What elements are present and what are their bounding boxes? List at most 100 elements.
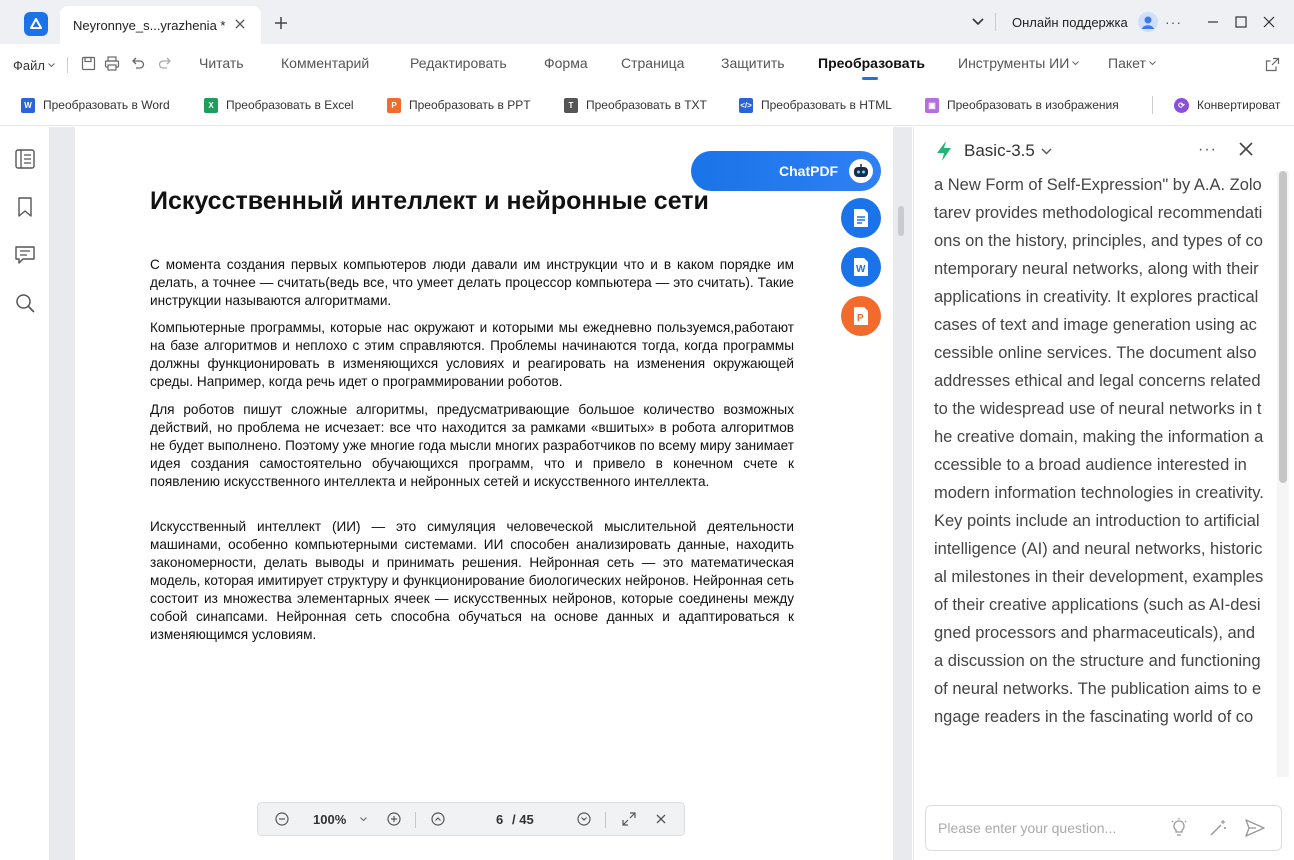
document-icon <box>854 209 868 227</box>
total-pages: / 45 <box>512 812 534 827</box>
bookmark-icon[interactable] <box>14 196 36 218</box>
ppt-icon: P <box>387 97 401 113</box>
file-menu[interactable]: Файл <box>13 58 55 73</box>
document-paragraph: Для роботов пишут сложные алгоритмы, пре… <box>150 402 794 489</box>
chevron-down-icon <box>1072 60 1080 65</box>
convert-to-html-button[interactable]: </> Преобразовать в HTML <box>739 96 892 114</box>
menu-read[interactable]: Читать <box>199 55 244 71</box>
robot-icon <box>849 159 873 183</box>
divider <box>605 812 606 828</box>
convert-toolbar: W Преобразовать в Word X Преобразовать в… <box>0 84 1294 126</box>
close-toolbar-icon[interactable] <box>653 811 669 827</box>
convert-to-image-label: Преобразовать в изображения <box>947 98 1119 112</box>
convert-to-ppt-button[interactable]: P Преобразовать в PPT <box>387 96 531 114</box>
redo-icon[interactable] <box>158 56 173 76</box>
comment-icon[interactable] <box>14 244 36 266</box>
document-viewport: Искусственный интеллект и нейронные сети… <box>50 127 912 860</box>
zoom-out-icon[interactable] <box>274 811 290 827</box>
user-avatar[interactable] <box>1138 0 1158 44</box>
convert-other-button[interactable]: ⟳ Конвертироват <box>1174 96 1280 114</box>
more-options-button[interactable]: ··· <box>1165 0 1182 44</box>
convert-to-word-button[interactable]: W Преобразовать в Word <box>21 96 170 114</box>
menu-edit[interactable]: Редактировать <box>410 55 507 71</box>
menu-ai-tools-label: Инструменты ИИ <box>958 55 1070 71</box>
excel-icon: X <box>204 97 218 113</box>
panel-scrollbar[interactable] <box>1277 171 1289 777</box>
current-page-input[interactable]: 6 <box>496 812 503 827</box>
lightbulb-icon[interactable] <box>1169 818 1189 843</box>
menu-form[interactable]: Форма <box>544 55 588 71</box>
divider <box>1152 96 1153 114</box>
document-heading: Искусственный интеллект и нейронные сети <box>150 187 709 215</box>
panel-scrollbar-thumb[interactable] <box>1279 171 1287 483</box>
convert-to-image-button[interactable]: ▣ Преобразовать в изображения <box>925 96 1119 114</box>
panel-more-icon[interactable]: ··· <box>1198 141 1217 159</box>
convert-to-txt-label: Преобразовать в TXT <box>586 98 707 112</box>
app-logo-icon[interactable] <box>24 12 48 36</box>
print-icon[interactable] <box>104 56 120 76</box>
question-box <box>925 805 1282 851</box>
menu-ai-tools[interactable]: Инструменты ИИ <box>958 55 1080 71</box>
close-tab-icon[interactable] <box>232 16 248 32</box>
txt-icon: T <box>564 97 578 113</box>
chevron-down-icon <box>1041 148 1052 154</box>
html-icon: </> <box>739 97 753 113</box>
convert-to-word-label: Преобразовать в Word <box>43 98 170 112</box>
divider <box>415 812 416 828</box>
menu-comment[interactable]: Комментарий <box>281 55 369 71</box>
undo-icon[interactable] <box>130 56 145 76</box>
image-icon: ▣ <box>925 97 939 113</box>
convert-to-excel-button[interactable]: X Преобразовать в Excel <box>204 96 354 114</box>
file-menu-label: Файл <box>13 58 45 73</box>
online-support-link[interactable]: Онлайн поддержка <box>1012 0 1128 44</box>
convert-icon: ⟳ <box>1174 97 1189 113</box>
chatpdf-label: ChatPDF <box>779 163 839 179</box>
close-window-icon[interactable] <box>1263 0 1275 44</box>
new-tab-icon[interactable] <box>272 14 290 32</box>
magic-wand-icon[interactable] <box>1208 818 1228 843</box>
save-icon[interactable] <box>81 56 96 76</box>
question-input[interactable] <box>938 818 1158 838</box>
fit-page-icon[interactable] <box>621 811 637 827</box>
menu-convert[interactable]: Преобразовать <box>818 55 925 71</box>
previous-page-icon[interactable] <box>430 811 446 827</box>
menu-bar: Файл Читать Комментарий Редактировать Фо… <box>0 44 1294 84</box>
menu-protect[interactable]: Защитить <box>721 55 785 71</box>
svg-text:P: P <box>857 313 864 324</box>
close-panel-icon[interactable] <box>1239 142 1253 161</box>
zoom-level[interactable]: 100% <box>313 812 346 827</box>
minimize-window-icon[interactable] <box>1207 0 1219 44</box>
divider <box>67 57 68 73</box>
share-external-icon[interactable] <box>1265 57 1280 77</box>
convert-word-fab[interactable]: W <box>841 247 881 287</box>
tab-list-chevron-icon[interactable] <box>972 0 984 44</box>
document-scrollbar[interactable] <box>898 206 904 236</box>
menu-batch[interactable]: Пакет <box>1108 55 1156 71</box>
convert-to-ppt-label: Преобразовать в PPT <box>409 98 531 112</box>
maximize-window-icon[interactable] <box>1235 0 1247 44</box>
ai-summary-text: a New Form of Self-Expression" by A.A. Z… <box>934 176 1264 726</box>
zoom-dropdown-chevron-icon[interactable] <box>355 811 371 827</box>
thumbnails-icon[interactable] <box>14 148 36 170</box>
menu-page[interactable]: Страница <box>621 55 684 71</box>
model-selector[interactable]: Basic-3.5 <box>934 139 1052 163</box>
summarize-fab[interactable] <box>841 198 881 238</box>
send-icon[interactable] <box>1244 818 1266 843</box>
document-tab[interactable]: Neyronnye_s...yrazhenia * <box>60 6 261 44</box>
chatpdf-button[interactable]: ChatPDF <box>691 151 881 191</box>
convert-to-txt-button[interactable]: T Преобразовать в TXT <box>564 96 707 114</box>
chevron-down-icon <box>48 63 55 68</box>
word-icon: W <box>21 97 35 113</box>
convert-to-html-label: Преобразовать в HTML <box>761 98 892 112</box>
left-sidebar <box>0 127 50 860</box>
svg-text:W: W <box>856 264 866 275</box>
document-paragraph: Искусственный интеллект (ИИ) — это симул… <box>150 519 794 642</box>
document-paragraph: Компьютерные программы, которые нас окру… <box>150 320 794 389</box>
zoom-in-icon[interactable] <box>386 811 402 827</box>
next-page-icon[interactable] <box>576 811 592 827</box>
chevron-down-icon <box>1149 60 1156 65</box>
convert-ppt-fab[interactable]: P <box>841 296 881 336</box>
search-icon[interactable] <box>14 292 36 314</box>
lightning-icon <box>937 141 951 161</box>
model-name: Basic-3.5 <box>964 141 1035 160</box>
